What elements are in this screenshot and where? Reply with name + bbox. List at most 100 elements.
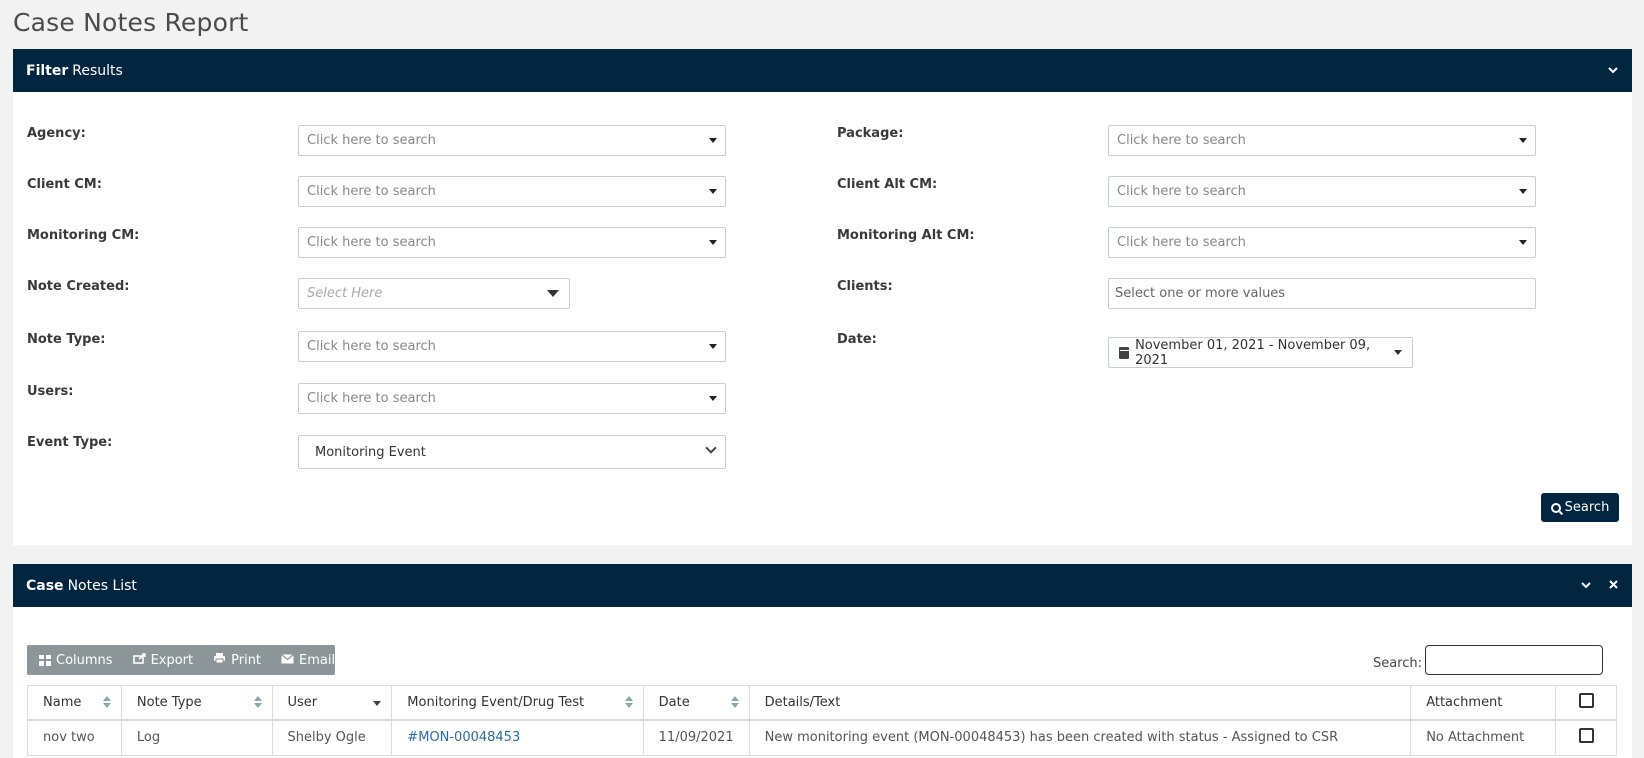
date-range-value: November 01, 2021 - November 09, 2021	[1135, 337, 1371, 368]
client-alt-cm-label: Client Alt CM:	[837, 177, 938, 192]
chevron-down-icon	[705, 442, 717, 454]
users-label: Users:	[27, 384, 74, 399]
table-search-input[interactable]	[1425, 645, 1603, 675]
date-range-picker[interactable]: November 01, 2021 - November 09, 2021	[1108, 337, 1413, 368]
monitoring-cm-select[interactable]: Click here to search	[298, 227, 726, 258]
caret-down-icon	[709, 240, 717, 245]
sort-icon	[624, 696, 633, 708]
chevron-down-icon[interactable]	[1608, 63, 1618, 78]
package-select[interactable]: Click here to search	[1108, 125, 1536, 156]
column-header-date[interactable]: Date	[642, 685, 750, 721]
table-search-label: Search:	[1372, 656, 1422, 671]
monitoring-alt-cm-placeholder: Click here to search	[1117, 235, 1246, 250]
column-header-name[interactable]: Name	[27, 685, 122, 721]
agency-select[interactable]: Click here to search	[298, 125, 726, 156]
list-panel-title-bold: Case	[26, 577, 64, 594]
cell-event: #MON-00048453	[391, 719, 644, 756]
list-panel-title: Notes List	[67, 577, 137, 594]
search-button[interactable]: Search	[1541, 493, 1619, 522]
client-cm-label: Client CM:	[27, 177, 102, 192]
clients-label: Clients:	[837, 279, 893, 294]
header-label: Note Type	[136, 694, 202, 710]
column-header-monitoring-event[interactable]: Monitoring Event/Drug Test	[391, 685, 644, 721]
case-notes-list-panel: Case Notes List Columns Export Print Ema…	[13, 564, 1632, 758]
header-label: Date	[658, 694, 690, 710]
print-button[interactable]: Print	[213, 652, 261, 668]
filter-panel-title-bold: Filter	[26, 62, 69, 79]
users-placeholder: Click here to search	[307, 391, 436, 406]
filter-panel-header[interactable]: Filter Results	[13, 49, 1632, 92]
case-notes-table: Name Note Type User Monitoring Event/Dru…	[27, 685, 1617, 756]
clients-placeholder: Select one or more values	[1115, 286, 1286, 301]
filter-panel-title: Results	[72, 62, 123, 79]
monitoring-cm-placeholder: Click here to search	[307, 235, 436, 250]
cell-attachment: No Attachment	[1410, 719, 1557, 756]
print-icon	[213, 652, 226, 668]
sort-desc-icon	[373, 701, 382, 706]
cell-user: Shelby Ogle	[271, 719, 393, 756]
header-label: Name	[43, 694, 82, 710]
client-cm-select[interactable]: Click here to search	[298, 176, 726, 207]
page-title: Case Notes Report	[13, 8, 249, 37]
cell-details: New monitoring event (MON-00048453) has …	[748, 719, 1412, 756]
sort-icon	[102, 696, 111, 708]
package-label: Package:	[837, 126, 904, 141]
client-alt-cm-select[interactable]: Click here to search	[1108, 176, 1536, 207]
monitoring-alt-cm-select[interactable]: Click here to search	[1108, 227, 1536, 258]
select-all-cell	[1555, 685, 1617, 721]
columns-button[interactable]: Columns	[39, 653, 113, 668]
search-icon	[1550, 502, 1561, 513]
column-header-user[interactable]: User	[271, 685, 393, 721]
note-type-select[interactable]: Click here to search	[298, 331, 726, 362]
close-icon[interactable]	[1609, 578, 1618, 593]
caret-down-icon	[1394, 350, 1402, 355]
cell-select	[1555, 719, 1617, 756]
column-header-note-type[interactable]: Note Type	[120, 685, 273, 721]
row-checkbox[interactable]	[1578, 728, 1594, 744]
email-label: Email	[299, 652, 336, 668]
agency-placeholder: Click here to search	[307, 133, 436, 148]
list-panel-header: Case Notes List	[13, 564, 1632, 607]
note-created-select[interactable]: Select Here	[298, 278, 570, 309]
search-button-label: Search	[1564, 500, 1610, 515]
email-button[interactable]: Email	[281, 653, 335, 668]
select-all-checkbox[interactable]	[1578, 692, 1594, 708]
caret-down-icon	[709, 189, 717, 194]
filter-panel: Filter Results Agency: Click here to sea…	[13, 49, 1632, 545]
calendar-icon	[1119, 346, 1130, 359]
client-alt-cm-placeholder: Click here to search	[1117, 184, 1246, 199]
header-label: User	[287, 694, 318, 710]
users-select[interactable]: Click here to search	[298, 383, 726, 414]
export-icon	[132, 652, 146, 668]
table-toolbar: Columns Export Print Email	[27, 645, 335, 675]
print-label: Print	[231, 652, 262, 668]
header-label: Attachment	[1426, 694, 1503, 710]
table-row: nov two Log Shelby Ogle #MON-00048453 11…	[27, 719, 1617, 756]
export-label: Export	[150, 652, 194, 668]
event-link[interactable]: #MON-00048453	[407, 730, 520, 745]
caret-down-icon	[1519, 189, 1527, 194]
export-button[interactable]: Export	[132, 652, 194, 668]
sort-icon	[730, 696, 739, 708]
envelope-icon	[281, 653, 294, 668]
event-type-select[interactable]: Monitoring Event	[298, 435, 726, 469]
columns-icon	[39, 654, 51, 666]
header-label: Details/Text	[764, 694, 841, 710]
monitoring-alt-cm-label: Monitoring Alt CM:	[837, 228, 975, 243]
caret-down-icon	[1519, 240, 1527, 245]
column-header-details[interactable]: Details/Text	[748, 685, 1412, 721]
caret-down-icon	[709, 396, 717, 401]
header-label: Monitoring Event/Drug Test	[407, 694, 585, 710]
event-type-value: Monitoring Event	[315, 444, 426, 460]
column-header-attachment[interactable]: Attachment	[1410, 685, 1557, 721]
clients-multiselect[interactable]: Select one or more values	[1108, 278, 1536, 309]
caret-down-icon	[547, 290, 559, 297]
table-header-row: Name Note Type User Monitoring Event/Dru…	[27, 685, 1617, 721]
cell-note-type: Log	[120, 719, 273, 756]
chevron-down-icon[interactable]	[1581, 578, 1591, 593]
package-placeholder: Click here to search	[1117, 133, 1246, 148]
caret-down-icon	[1519, 138, 1527, 143]
agency-label: Agency:	[27, 126, 86, 141]
columns-label: Columns	[56, 652, 113, 668]
note-type-label: Note Type:	[27, 332, 106, 347]
